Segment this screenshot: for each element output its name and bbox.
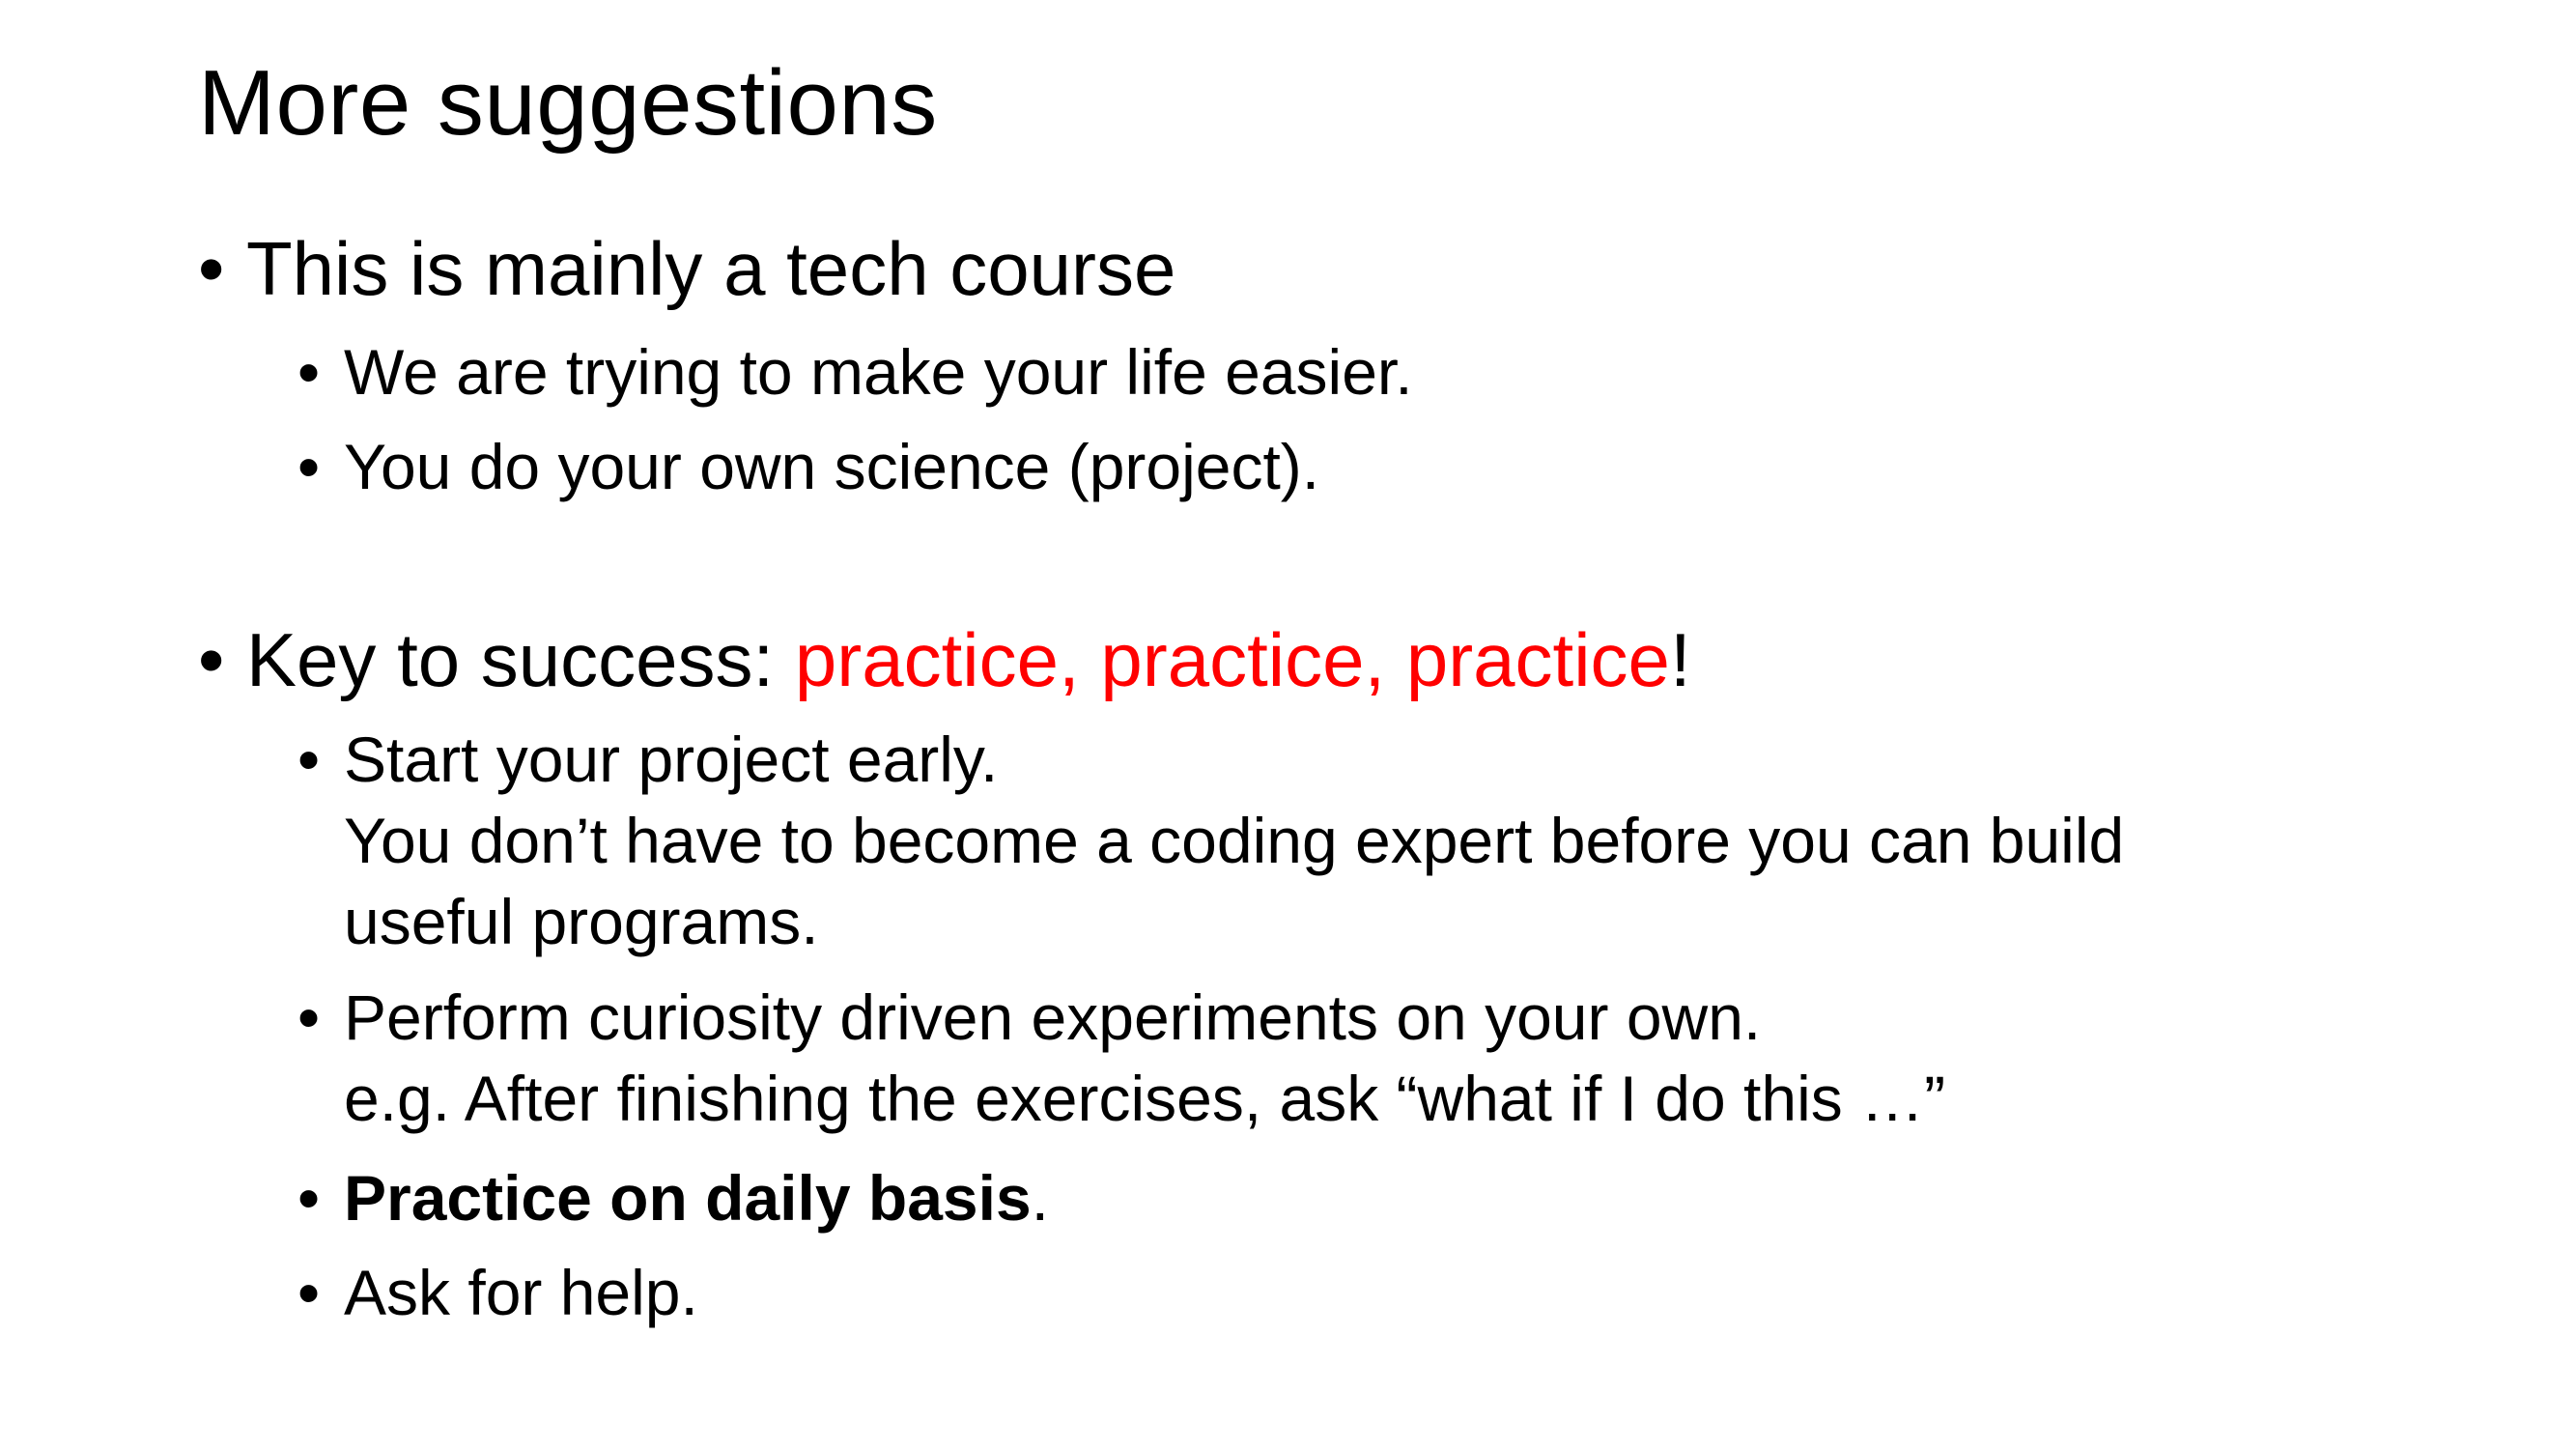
bullet-text: Ask for help. bbox=[344, 1257, 698, 1328]
bullet-line: Start your project early. bbox=[344, 724, 999, 795]
bullet-line: You don’t have to become a coding expert… bbox=[344, 805, 2125, 876]
bullet-text: Key to success: practice, practice, prac… bbox=[246, 615, 1691, 704]
slide: More suggestions • This is mainly a tech… bbox=[0, 0, 2576, 1449]
bullet-text: Perform curiosity driven experiments on … bbox=[344, 977, 1945, 1139]
bullet-dot: • bbox=[297, 981, 321, 1053]
bullet-dot: • bbox=[297, 1162, 321, 1234]
bullet-dot: • bbox=[297, 1257, 321, 1328]
bullet-line: Perform curiosity driven experiments on … bbox=[344, 981, 1762, 1053]
bullet-text: Practice on daily basis. bbox=[344, 1157, 1049, 1238]
heading-prefix: Key to success: bbox=[246, 617, 795, 702]
slide-title: More suggestions bbox=[198, 51, 938, 155]
bullet-text: You do your own science (project). bbox=[344, 431, 1320, 502]
bold-text: Practice on daily basis bbox=[344, 1162, 1032, 1234]
bullet-dot: • bbox=[198, 617, 225, 702]
bullet-dot: • bbox=[198, 226, 225, 311]
bullet-line: useful programs. bbox=[344, 886, 819, 957]
heading-suffix: ! bbox=[1669, 617, 1691, 702]
bullet-line: e.g. After finishing the exercises, ask … bbox=[344, 1063, 1946, 1134]
bullet-dot: • bbox=[297, 724, 321, 795]
bullet-text: Start your project early. You don’t have… bbox=[344, 719, 2124, 962]
bullet-dot: • bbox=[297, 431, 321, 502]
bullet-dot: • bbox=[297, 336, 321, 408]
bullet-text: We are trying to make your life easier. bbox=[344, 336, 1413, 408]
suffix-text: . bbox=[1031, 1162, 1050, 1234]
bullet-text: This is mainly a tech course bbox=[246, 226, 1176, 311]
heading-highlight: practice, practice, practice bbox=[794, 617, 1670, 702]
